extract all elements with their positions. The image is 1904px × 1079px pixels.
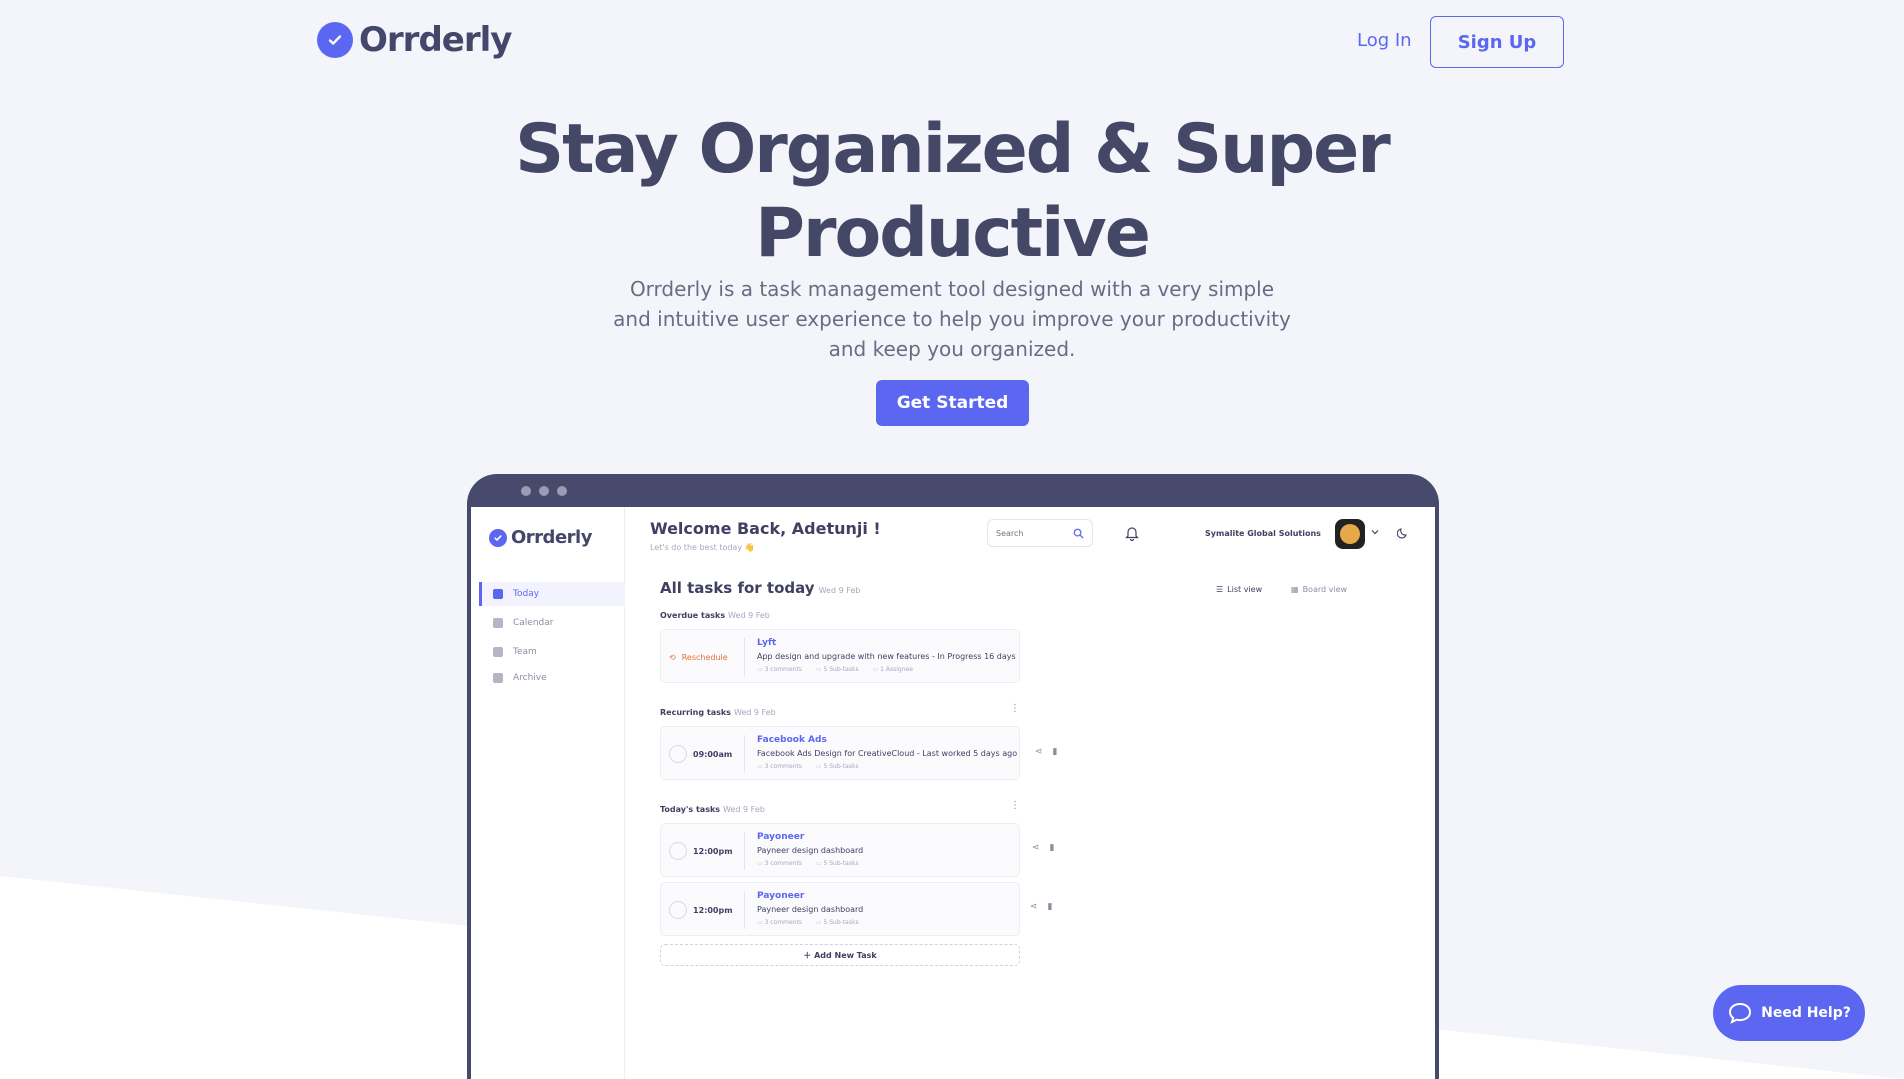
section-date: Wed 9 Feb — [733, 708, 776, 717]
task-name[interactable]: Payoneer — [757, 832, 1017, 842]
section-today: Today's tasks Wed 9 Feb — [660, 805, 765, 814]
get-started-button[interactable]: Get Started — [876, 380, 1029, 426]
section-recurring: Recurring tasks Wed 9 Feb — [660, 708, 776, 717]
subtasks-count: 5 Sub-tasks — [816, 919, 859, 926]
task-name[interactable]: Lyft — [757, 638, 1017, 648]
sidebar-item-calendar[interactable]: Calendar — [479, 611, 625, 635]
comments-count: 3 comments — [757, 666, 802, 673]
complete-checkbox[interactable] — [669, 842, 687, 860]
complete-checkbox[interactable] — [669, 901, 687, 919]
archive-icon — [493, 673, 503, 683]
section-label: Today's tasks — [660, 805, 721, 814]
app-sidebar: Orrderly Today Calendar Team Archive — [471, 507, 625, 1079]
sidebar-item-label: Today — [513, 589, 540, 599]
app-preview-device: Orrderly Today Calendar Team Archive Wel… — [467, 474, 1439, 1079]
sidebar-item-today[interactable]: Today — [479, 582, 625, 606]
task-name[interactable]: Payoneer — [757, 891, 1017, 901]
share-icon[interactable]: ⋖ — [1032, 843, 1040, 853]
section-date: Wed 9 Feb — [723, 805, 765, 814]
section-label: Overdue tasks — [660, 611, 726, 620]
search-field[interactable] — [987, 519, 1093, 547]
chat-bubble-icon — [1729, 1002, 1752, 1024]
task-time: 12:00pm — [693, 846, 733, 856]
sidebar-item-label: Archive — [513, 673, 547, 683]
share-icon[interactable]: ⋖ — [1035, 747, 1043, 757]
chevron-down-icon[interactable] — [1370, 527, 1380, 537]
window-dots — [521, 486, 567, 496]
list-icon: ☰ — [1216, 585, 1224, 594]
app-logo-text: Orrderly — [511, 527, 592, 548]
trash-icon[interactable]: ▮ — [1053, 747, 1058, 757]
hero-title: Stay Organized & Super Productive — [515, 110, 1391, 273]
welcome-subtitle: Let's do the best today 👋 — [650, 543, 755, 552]
page-title: All tasks for today Wed 9 Feb — [660, 579, 860, 597]
signup-button[interactable]: Sign Up — [1430, 16, 1564, 68]
task-name[interactable]: Facebook Ads — [757, 735, 1017, 745]
check-icon — [317, 22, 353, 58]
hero-description: Orrderly is a task management tool desig… — [613, 277, 1291, 361]
task-card[interactable]: 09:00am Facebook Ads Facebook Ads Design… — [660, 726, 1020, 780]
subtasks-count: 5 Sub-tasks — [816, 666, 859, 673]
login-link[interactable]: Log In — [1357, 30, 1412, 51]
need-help-label: Need Help? — [1761, 1005, 1851, 1021]
check-icon — [489, 528, 507, 547]
list-view-toggle[interactable]: ☰ List view — [1216, 585, 1262, 594]
refresh-icon: ⟲ — [669, 652, 676, 662]
need-help-button[interactable]: Need Help? — [1713, 985, 1865, 1041]
sidebar-item-team[interactable]: Team — [479, 640, 625, 664]
subtasks-count: 5 Sub-tasks — [816, 860, 859, 867]
section-date: Wed 9 Feb — [728, 611, 770, 620]
moon-icon[interactable] — [1397, 527, 1409, 539]
task-card[interactable]: 12:00pm Payoneer Payneer design dashboar… — [660, 882, 1020, 936]
sidebar-item-archive[interactable]: Archive — [479, 666, 625, 690]
company-name: Symalite Global Solutions — [1205, 529, 1321, 538]
welcome-heading: Welcome Back, Adetunji ! — [650, 519, 881, 538]
add-task-button[interactable]: ＋ Add New Task — [660, 944, 1020, 966]
add-task-label: Add New Task — [814, 950, 877, 960]
task-description: Facebook Ads Design for CreativeCloud - … — [757, 749, 1018, 758]
team-icon — [493, 647, 503, 657]
trash-icon[interactable]: ▮ — [1050, 843, 1055, 853]
section-label: Recurring tasks — [660, 708, 731, 717]
task-card[interactable]: 12:00pm Payoneer Payneer design dashboar… — [660, 823, 1020, 877]
subtasks-count: 5 Sub-tasks — [816, 763, 859, 770]
brand-logo[interactable]: Orrderly — [317, 20, 512, 60]
comments-count: 3 comments — [757, 919, 802, 926]
sidebar-item-label: Team — [513, 647, 537, 657]
task-description: App design and upgrade with new features… — [757, 652, 1016, 661]
task-description: Payneer design dashboard — [757, 905, 864, 914]
trash-icon[interactable]: ▮ — [1048, 902, 1053, 912]
avatar[interactable] — [1335, 519, 1365, 549]
board-view-toggle[interactable]: ▦ Board view — [1291, 585, 1347, 594]
more-options-icon[interactable]: ⋮ — [1010, 801, 1020, 811]
page-title-text: All tasks for today — [660, 579, 815, 597]
sidebar-item-label: Calendar — [513, 618, 554, 628]
comments-count: 3 comments — [757, 763, 802, 770]
app-logo: Orrderly — [489, 527, 592, 548]
task-description: Payneer design dashboard — [757, 846, 864, 855]
bell-icon[interactable] — [1125, 525, 1139, 541]
page-date: Wed 9 Feb — [818, 586, 861, 595]
clipboard-icon — [493, 589, 503, 599]
assignee-count: 1 Assignee — [873, 666, 913, 673]
share-icon[interactable]: ⋖ — [1030, 902, 1038, 912]
task-time: 12:00pm — [693, 905, 733, 915]
more-options-icon[interactable]: ⋮ — [1010, 704, 1020, 714]
plus-icon: ＋ — [803, 950, 815, 960]
reschedule-button[interactable]: ⟲ Reschedule — [669, 630, 743, 684]
board-icon: ▦ — [1291, 585, 1299, 594]
search-input[interactable] — [996, 528, 1066, 538]
list-view-label: List view — [1227, 585, 1263, 594]
board-view-label: Board view — [1302, 585, 1348, 594]
complete-checkbox[interactable] — [669, 745, 687, 763]
brand-name: Orrderly — [359, 20, 512, 60]
comments-count: 3 comments — [757, 860, 802, 867]
section-overdue: Overdue tasks Wed 9 Feb — [660, 611, 770, 620]
app-preview-screen: Orrderly Today Calendar Team Archive Wel… — [471, 507, 1435, 1079]
task-card[interactable]: ⟲ Reschedule Lyft App design and upgrade… — [660, 629, 1020, 683]
task-time: 09:00am — [693, 749, 733, 759]
calendar-icon — [493, 618, 503, 628]
reschedule-label: Reschedule — [681, 652, 728, 662]
search-icon — [1073, 528, 1084, 539]
